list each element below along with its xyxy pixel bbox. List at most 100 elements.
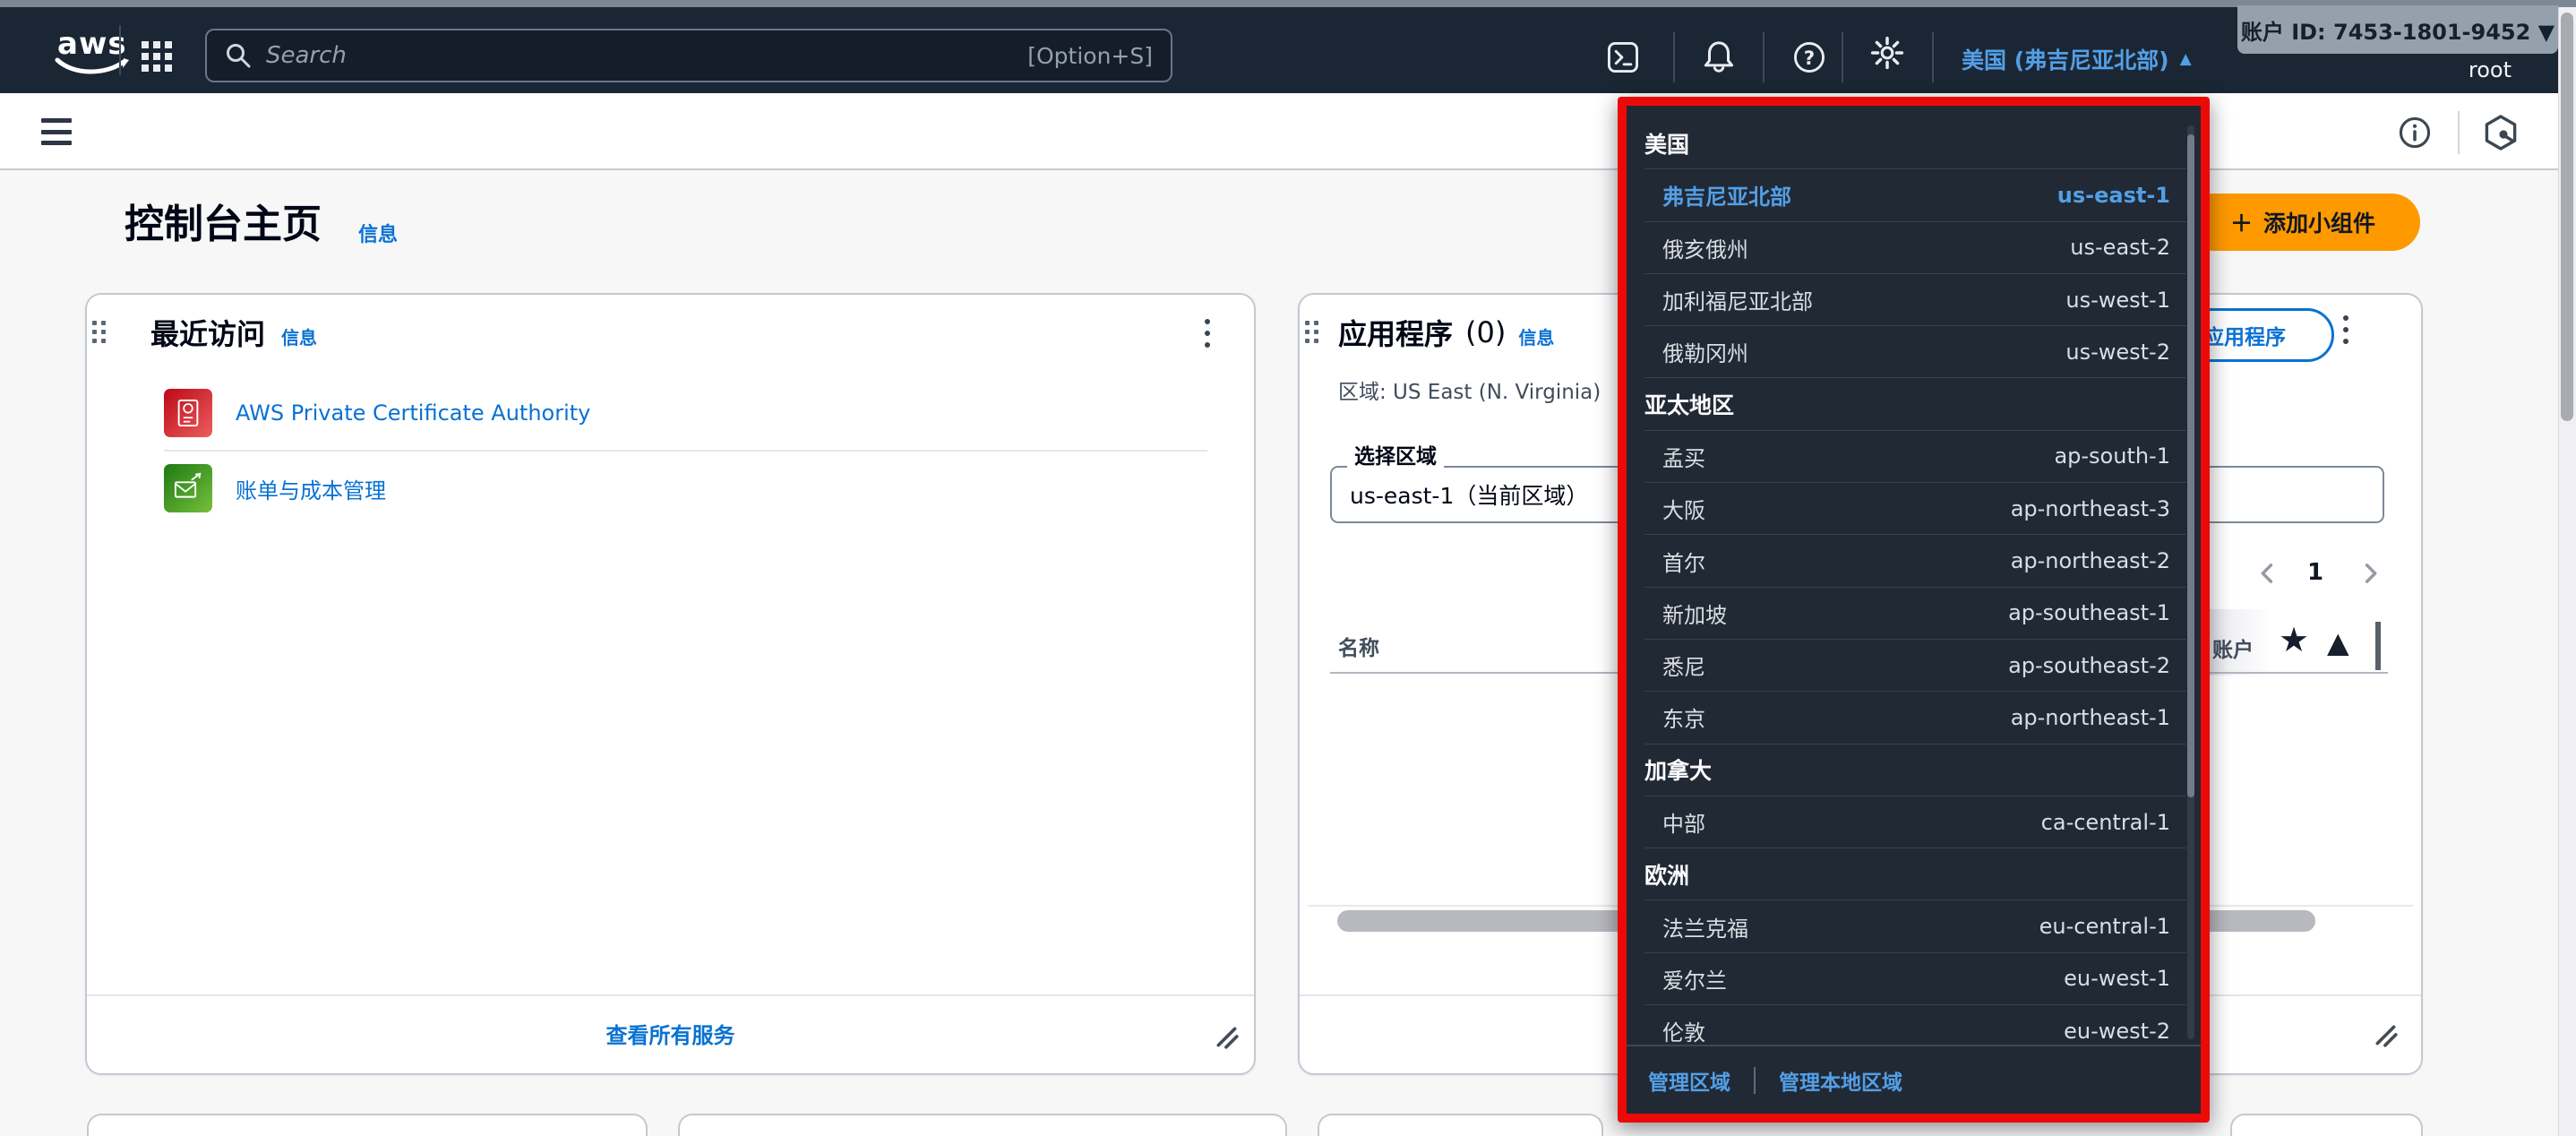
sort-up-icon[interactable]: ▲	[2327, 625, 2349, 659]
drag-handle-icon[interactable]	[92, 321, 106, 343]
footer-separator	[1754, 1066, 1756, 1094]
certificate-red-icon	[164, 389, 212, 437]
aws-logo-text: aws	[57, 26, 127, 62]
help-question-icon[interactable]: ?	[1791, 39, 1827, 79]
drag-handle-icon[interactable]	[1305, 321, 1318, 343]
partial-card	[87, 1114, 648, 1136]
page-title: 控制台主页	[125, 202, 322, 247]
topbar-divider	[1763, 32, 1765, 82]
pagination-next-icon[interactable]	[2356, 559, 2384, 591]
region-menu-item-ap-south-1[interactable]: 孟买 ap-south-1	[1644, 431, 2186, 484]
region-name: 孟买	[1662, 445, 1705, 471]
account-id-text: 账户 ID: 7453-1801-9452 ▼	[2240, 19, 2555, 45]
caret-up-icon: ▲	[2179, 50, 2192, 68]
topbar-divider	[1842, 32, 1843, 82]
region-menu-item-ap-northeast-1[interactable]: 东京 ap-northeast-1	[1644, 692, 2186, 744]
region-code: eu-central-1	[2039, 914, 2170, 940]
partial-card	[2230, 1114, 2423, 1136]
column-resize-bar[interactable]	[2375, 622, 2381, 670]
region-menu-item-eu-central-1[interactable]: 法兰克福 eu-central-1	[1644, 900, 2186, 953]
page-title-info-link[interactable]: 信息	[358, 219, 398, 247]
apps-region-line: 区域: US East (N. Virginia)	[1338, 381, 1601, 404]
region-name: 东京	[1662, 707, 1705, 733]
region-menu-item-ap-southeast-2[interactable]: 悉尼 ap-southeast-2	[1644, 640, 2186, 693]
column-header-account[interactable]: 账户	[2212, 633, 2254, 663]
services-grid-icon[interactable]	[142, 41, 172, 72]
apps-card-count: (0)	[1465, 315, 1507, 349]
region-menu-section-header: 亚太地区	[1644, 378, 2186, 431]
region-menu-section-header: 欧洲	[1644, 848, 2186, 901]
list-item-divider	[164, 450, 1207, 452]
region-select-value: us-east-1（当前区域）	[1350, 483, 1589, 509]
region-menu-scrollbar-thumb[interactable]	[2187, 134, 2194, 797]
add-widget-button[interactable]: ＋ 添加小组件	[2185, 194, 2420, 251]
pagination-prev-icon[interactable]	[2254, 559, 2282, 591]
region-selector-button[interactable]: 美国 (弗吉尼亚北部) ▲	[1962, 43, 2192, 75]
manage-regions-link[interactable]: 管理区域	[1648, 1065, 1730, 1096]
region-menu-dropdown: 美国 弗吉尼亚北部 us-east-1 俄亥俄州 us-east-2 加利福尼亚北部 us-…	[1618, 97, 2210, 1123]
aws-logo[interactable]: aws	[47, 26, 136, 84]
pagination-page-number[interactable]: 1	[2307, 559, 2323, 586]
amazon-q-hexagon-icon[interactable]	[2481, 113, 2520, 156]
svg-text:?: ?	[1804, 47, 1815, 69]
region-code: ap-northeast-2	[2010, 548, 2170, 574]
toolbar-divider	[2458, 111, 2460, 154]
region-menu-footer: 管理区域 管理本地区域	[1627, 1045, 2201, 1114]
add-widget-label: 添加小组件	[2263, 211, 2376, 237]
info-panel-icon[interactable]	[2397, 115, 2433, 154]
recent-card-info-link[interactable]: 信息	[281, 323, 317, 349]
region-code: ap-south-1	[2054, 443, 2170, 469]
topbar-divider	[119, 25, 121, 75]
view-all-services-link[interactable]: 查看所有服务	[85, 1018, 1256, 1049]
apps-card-info-link[interactable]: 信息	[1518, 323, 1554, 349]
notifications-bell-icon[interactable]	[1700, 38, 1738, 79]
account-id-badge[interactable]: 账户 ID: 7453-1801-9452 ▼	[2237, 5, 2558, 54]
recent-service-item[interactable]: AWS Private Certificate Authority	[164, 389, 1207, 437]
top-navigation-bar: aws Search [Option+S] ? 美国 (弗吉尼亚北部) ▲	[0, 7, 2576, 93]
region-code: ap-southeast-1	[2008, 600, 2170, 626]
region-code: ap-southeast-2	[2008, 652, 2170, 678]
region-code: us-west-1	[2065, 287, 2170, 313]
region-name: 弗吉尼亚北部	[1662, 185, 1791, 211]
search-placeholder: Search	[266, 42, 347, 69]
region-menu-item-us-east-1[interactable]: 弗吉尼亚北部 us-east-1	[1644, 169, 2186, 222]
settings-gear-icon[interactable]	[1868, 34, 1906, 75]
card-footer-divider	[87, 994, 1254, 996]
region-menu-item-us-west-1[interactable]: 加利福尼亚北部 us-west-1	[1644, 274, 2186, 327]
region-menu-item-us-west-2[interactable]: 俄勒冈州 us-west-2	[1644, 326, 2186, 379]
star-icon[interactable]: ★	[2279, 620, 2309, 659]
region-name: 俄勒冈州	[1662, 341, 1748, 367]
aws-smile-icon	[55, 57, 129, 74]
partial-card	[678, 1114, 1287, 1136]
region-menu-item-ca-central-1[interactable]: 中部 ca-central-1	[1644, 796, 2186, 849]
region-code: ap-northeast-1	[2010, 704, 2170, 730]
region-name: 加利福尼亚北部	[1662, 289, 1813, 315]
topbar-divider	[1673, 32, 1675, 82]
region-menu-item-ap-southeast-1[interactable]: 新加坡 ap-southeast-1	[1644, 588, 2186, 640]
recent-service-link[interactable]: AWS Private Certificate Authority	[236, 400, 590, 426]
recent-services-list: AWS Private Certificate Authority 账单与成本管理	[164, 389, 1207, 512]
column-header-name[interactable]: 名称	[1338, 631, 1379, 661]
apps-card-menu-icon[interactable]	[2343, 315, 2348, 344]
recent-service-link[interactable]: 账单与成本管理	[236, 473, 386, 504]
manage-local-regions-link[interactable]: 管理本地区域	[1779, 1065, 1902, 1096]
recent-card-menu-icon[interactable]	[1205, 319, 1210, 348]
card-resize-handle[interactable]	[2374, 1023, 2399, 1052]
cloudshell-icon[interactable]	[1605, 39, 1641, 79]
region-code: us-west-2	[2065, 339, 2170, 365]
region-name: 俄亥俄州	[1662, 237, 1748, 262]
hamburger-menu-icon[interactable]	[41, 118, 72, 145]
plus-icon: ＋	[2229, 211, 2253, 237]
region-menu-item-us-east-2[interactable]: 俄亥俄州 us-east-2	[1644, 222, 2186, 274]
billing-green-icon	[164, 464, 212, 512]
search-input[interactable]: Search [Option+S]	[205, 29, 1172, 82]
card-resize-handle[interactable]	[1215, 1025, 1240, 1054]
region-name: 爱尔兰	[1662, 968, 1727, 994]
region-menu-item-eu-west-1[interactable]: 爱尔兰 eu-west-1	[1644, 953, 2186, 1006]
recent-service-item[interactable]: 账单与成本管理	[164, 464, 1207, 512]
search-icon	[227, 44, 251, 68]
region-menu-item-ap-northeast-2[interactable]: 首尔 ap-northeast-2	[1644, 535, 2186, 588]
search-shortcut-hint: [Option+S]	[1027, 42, 1153, 69]
page-scrollbar-thumb[interactable]	[2561, 13, 2573, 421]
region-menu-item-ap-northeast-3[interactable]: 大阪 ap-northeast-3	[1644, 483, 2186, 536]
